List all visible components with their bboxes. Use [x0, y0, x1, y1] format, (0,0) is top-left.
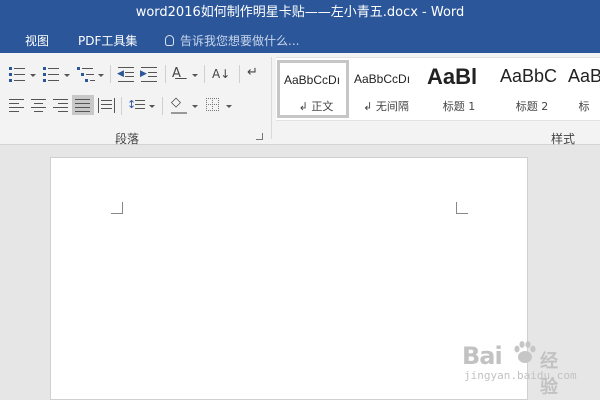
margin-corner-left — [111, 202, 123, 214]
show-formatting-icon[interactable]: ↵ — [247, 64, 258, 82]
title-bar: word2016如何制作明星卡贴——左小青五.docx - Word — [0, 0, 600, 26]
style-no-spacing[interactable]: AaBbCcDı ↲ 无间隔 — [350, 60, 422, 118]
styles-group-label: 样式 — [551, 132, 576, 146]
style-preview: AaBbC — [500, 66, 558, 86]
paragraph-dialog-launcher-icon[interactable] — [256, 133, 263, 140]
paw-icon — [514, 341, 536, 363]
style-title[interactable]: AaB 标 — [564, 60, 600, 118]
increase-indent-icon[interactable]: ▶ — [140, 65, 160, 83]
group-separator — [271, 57, 272, 139]
watermark-url: jingyan.baidu.com — [464, 369, 577, 382]
decrease-indent-icon[interactable]: ◀ — [117, 65, 137, 83]
numbering-dropdown-icon[interactable] — [64, 74, 70, 77]
style-name: 标题 1 — [442, 100, 476, 113]
tell-me-text: 告诉我您想要做什么... — [180, 34, 300, 48]
sort-icon[interactable]: A↓ — [212, 65, 230, 83]
baidu-watermark: Bai 经验 jingyan.baidu.com — [462, 338, 577, 398]
margin-corner-right — [456, 202, 468, 214]
document-page[interactable] — [50, 157, 528, 400]
style-name: 标题 2 — [515, 100, 549, 113]
chinese-layout-icon[interactable]: A͟ — [172, 65, 181, 83]
multilevel-dropdown-icon[interactable] — [98, 74, 104, 77]
menu-bar: 视图 PDF工具集 告诉我您想要做什么... — [0, 26, 600, 53]
style-name: ↲ 正文 — [298, 100, 334, 113]
borders-dropdown-icon[interactable] — [226, 105, 232, 108]
multilevel-list-icon[interactable] — [76, 65, 96, 83]
style-name: 标 — [578, 100, 590, 113]
style-preview: AaBl — [427, 64, 478, 89]
bullets-icon[interactable] — [8, 65, 28, 83]
line-spacing-dropdown-icon[interactable] — [149, 105, 155, 108]
ribbon: ◀ ▶ A͟ A↓ ↵ ↕ ◇ 段落 AaBbCcDı ↲ 正文 AaBbCcD… — [0, 53, 600, 146]
style-heading-1[interactable]: AaBl 标题 1 — [423, 60, 495, 118]
style-preview: AaB — [568, 66, 600, 86]
window-title: word2016如何制作明星卡贴——左小青五.docx - Word — [135, 5, 465, 20]
style-preview: AaBbCcDı — [354, 72, 411, 86]
lightbulb-icon — [165, 35, 174, 46]
align-left-icon[interactable] — [8, 96, 28, 114]
styles-gallery: AaBbCcDı ↲ 正文 AaBbCcDı ↲ 无间隔 AaBl 标题 1 A… — [276, 57, 600, 121]
line-spacing-icon[interactable]: ↕ — [127, 96, 147, 114]
align-center-icon[interactable] — [30, 96, 50, 114]
chinese-layout-dropdown-icon[interactable] — [192, 74, 198, 77]
style-heading-2[interactable]: AaBbC 标题 2 — [496, 60, 568, 118]
borders-icon[interactable] — [204, 96, 224, 114]
shading-dropdown-icon[interactable] — [192, 105, 198, 108]
bullets-dropdown-icon[interactable] — [30, 74, 36, 77]
style-preview: AaBbCcDı — [284, 73, 341, 87]
style-normal[interactable]: AaBbCcDı ↲ 正文 — [277, 60, 349, 118]
tell-me-search[interactable]: 告诉我您想要做什么... — [165, 32, 299, 49]
numbering-icon[interactable] — [42, 65, 62, 83]
style-name: ↲ 无间隔 — [363, 100, 409, 113]
tab-pdf-tools[interactable]: PDF工具集 — [78, 32, 137, 49]
shading-icon[interactable]: ◇ — [170, 95, 190, 114]
tab-view[interactable]: 视图 — [25, 32, 49, 49]
justify-icon[interactable] — [72, 95, 94, 115]
distributed-icon[interactable] — [97, 96, 117, 114]
paragraph-group-label: 段落 — [115, 132, 140, 146]
align-right-icon[interactable] — [52, 96, 72, 114]
watermark-brand: Bai — [462, 342, 503, 370]
